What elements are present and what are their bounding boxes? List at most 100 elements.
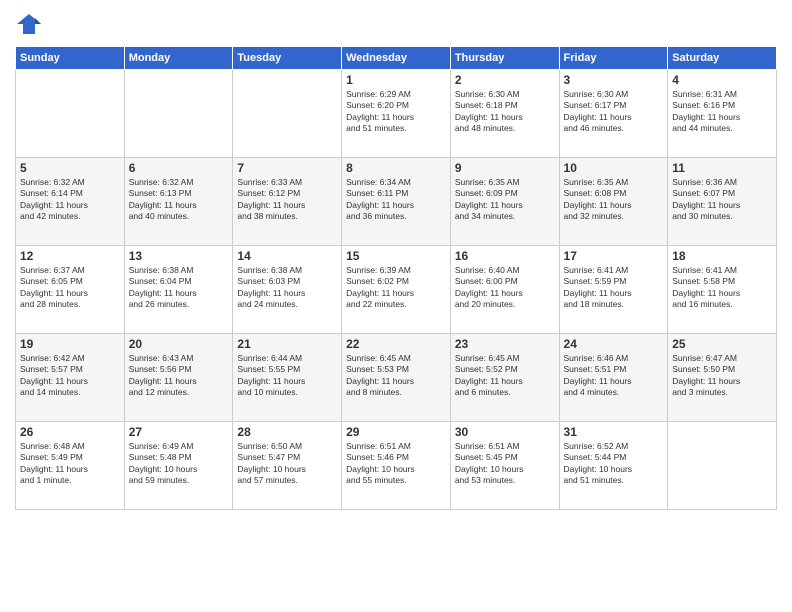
cell-info: Sunrise: 6:47 AMSunset: 5:50 PMDaylight:… <box>672 353 772 399</box>
calendar-cell: 11Sunrise: 6:36 AMSunset: 6:07 PMDayligh… <box>668 158 777 246</box>
calendar-page: SundayMondayTuesdayWednesdayThursdayFrid… <box>0 0 792 612</box>
cell-info: Sunrise: 6:30 AMSunset: 6:18 PMDaylight:… <box>455 89 555 135</box>
day-number: 19 <box>20 337 120 351</box>
day-number: 27 <box>129 425 229 439</box>
calendar-cell: 31 Sunrise: 6:52 AMSunset: 5:44 PMDayligh… <box>559 422 668 510</box>
cell-info: Sunrise: 6:37 AMSunset: 6:05 PMDaylight:… <box>20 265 120 311</box>
cell-info: Sunrise: 6:50 AMSunset: 5:47 PMDaylight:… <box>237 441 337 487</box>
cell-info: Sunrise: 6:29 AMSunset: 6:20 PMDaylight:… <box>346 89 446 135</box>
cell-info: Sunrise: 6:51 AMSunset: 5:46 PMDaylight:… <box>346 441 446 487</box>
cell-info: Sunrise: 6:46 AMSunset: 5:51 PMDaylight:… <box>564 353 664 399</box>
calendar-cell <box>668 422 777 510</box>
calendar-cell: 21 Sunrise: 6:44 AMSunset: 5:55 PMDayligh… <box>233 334 342 422</box>
calendar-cell <box>16 70 125 158</box>
calendar-cell: 13Sunrise: 6:38 AMSunset: 6:04 PMDayligh… <box>124 246 233 334</box>
calendar-cell: 28 Sunrise: 6:50 AMSunset: 5:47 PMDayligh… <box>233 422 342 510</box>
calendar-body: 1 Sunrise: 6:29 AMSunset: 6:20 PMDaylight… <box>16 70 777 510</box>
cell-info: Sunrise: 6:35 AMSunset: 6:09 PMDaylight:… <box>455 177 555 223</box>
calendar-header: SundayMondayTuesdayWednesdayThursdayFrid… <box>16 47 777 70</box>
cell-info: Sunrise: 6:51 AMSunset: 5:45 PMDaylight:… <box>455 441 555 487</box>
day-number: 8 <box>346 161 446 175</box>
calendar-cell: 22Sunrise: 6:45 AMSunset: 5:53 PMDayligh… <box>342 334 451 422</box>
weekday-header-tuesday: Tuesday <box>233 47 342 70</box>
calendar-week-4: 19 Sunrise: 6:42 AMSunset: 5:57 PMDayligh… <box>16 334 777 422</box>
day-number: 20 <box>129 337 229 351</box>
calendar-cell: 8Sunrise: 6:34 AMSunset: 6:11 PMDaylight… <box>342 158 451 246</box>
cell-info: Sunrise: 6:38 AMSunset: 6:03 PMDaylight:… <box>237 265 337 311</box>
day-number: 13 <box>129 249 229 263</box>
day-number: 14 <box>237 249 337 263</box>
calendar-cell: 23 Sunrise: 6:45 AMSunset: 5:52 PMDayligh… <box>450 334 559 422</box>
calendar-cell: 27Sunrise: 6:49 AMSunset: 5:48 PMDayligh… <box>124 422 233 510</box>
day-number: 11 <box>672 161 772 175</box>
calendar-table: SundayMondayTuesdayWednesdayThursdayFrid… <box>15 46 777 510</box>
weekday-header-row: SundayMondayTuesdayWednesdayThursdayFrid… <box>16 47 777 70</box>
day-number: 7 <box>237 161 337 175</box>
calendar-week-5: 26Sunrise: 6:48 AMSunset: 5:49 PMDayligh… <box>16 422 777 510</box>
day-number: 4 <box>672 73 772 87</box>
logo-icon <box>15 10 43 38</box>
calendar-cell: 4 Sunrise: 6:31 AMSunset: 6:16 PMDaylight… <box>668 70 777 158</box>
day-number: 15 <box>346 249 446 263</box>
day-number: 28 <box>237 425 337 439</box>
cell-info: Sunrise: 6:32 AMSunset: 6:13 PMDaylight:… <box>129 177 229 223</box>
day-number: 12 <box>20 249 120 263</box>
calendar-cell: 6 Sunrise: 6:32 AMSunset: 6:13 PMDaylight… <box>124 158 233 246</box>
calendar-cell: 1 Sunrise: 6:29 AMSunset: 6:20 PMDaylight… <box>342 70 451 158</box>
day-number: 10 <box>564 161 664 175</box>
cell-info: Sunrise: 6:44 AMSunset: 5:55 PMDaylight:… <box>237 353 337 399</box>
day-number: 25 <box>672 337 772 351</box>
weekday-header-monday: Monday <box>124 47 233 70</box>
day-number: 3 <box>564 73 664 87</box>
day-number: 18 <box>672 249 772 263</box>
calendar-cell: 26Sunrise: 6:48 AMSunset: 5:49 PMDayligh… <box>16 422 125 510</box>
calendar-cell <box>233 70 342 158</box>
day-number: 9 <box>455 161 555 175</box>
cell-info: Sunrise: 6:41 AMSunset: 5:58 PMDaylight:… <box>672 265 772 311</box>
header <box>15 10 777 38</box>
calendar-week-3: 12 Sunrise: 6:37 AMSunset: 6:05 PMDayligh… <box>16 246 777 334</box>
cell-info: Sunrise: 6:30 AMSunset: 6:17 PMDaylight:… <box>564 89 664 135</box>
calendar-week-2: 5Sunrise: 6:32 AMSunset: 6:14 PMDaylight… <box>16 158 777 246</box>
cell-info: Sunrise: 6:52 AMSunset: 5:44 PMDaylight:… <box>564 441 664 487</box>
calendar-cell: 9 Sunrise: 6:35 AMSunset: 6:09 PMDaylight… <box>450 158 559 246</box>
weekday-header-wednesday: Wednesday <box>342 47 451 70</box>
cell-info: Sunrise: 6:45 AMSunset: 5:53 PMDaylight:… <box>346 353 446 399</box>
day-number: 30 <box>455 425 555 439</box>
day-number: 31 <box>564 425 664 439</box>
cell-info: Sunrise: 6:33 AMSunset: 6:12 PMDaylight:… <box>237 177 337 223</box>
calendar-cell: 5Sunrise: 6:32 AMSunset: 6:14 PMDaylight… <box>16 158 125 246</box>
calendar-cell <box>124 70 233 158</box>
cell-info: Sunrise: 6:35 AMSunset: 6:08 PMDaylight:… <box>564 177 664 223</box>
weekday-header-thursday: Thursday <box>450 47 559 70</box>
calendar-cell: 29 Sunrise: 6:51 AMSunset: 5:46 PMDayligh… <box>342 422 451 510</box>
cell-info: Sunrise: 6:43 AMSunset: 5:56 PMDaylight:… <box>129 353 229 399</box>
logo <box>15 10 47 38</box>
calendar-cell: 20 Sunrise: 6:43 AMSunset: 5:56 PMDayligh… <box>124 334 233 422</box>
weekday-header-friday: Friday <box>559 47 668 70</box>
cell-info: Sunrise: 6:32 AMSunset: 6:14 PMDaylight:… <box>20 177 120 223</box>
cell-info: Sunrise: 6:41 AMSunset: 5:59 PMDaylight:… <box>564 265 664 311</box>
cell-info: Sunrise: 6:45 AMSunset: 5:52 PMDaylight:… <box>455 353 555 399</box>
calendar-cell: 24Sunrise: 6:46 AMSunset: 5:51 PMDayligh… <box>559 334 668 422</box>
day-number: 29 <box>346 425 446 439</box>
day-number: 23 <box>455 337 555 351</box>
day-number: 21 <box>237 337 337 351</box>
calendar-cell: 10 Sunrise: 6:35 AMSunset: 6:08 PMDayligh… <box>559 158 668 246</box>
day-number: 26 <box>20 425 120 439</box>
day-number: 16 <box>455 249 555 263</box>
cell-info: Sunrise: 6:31 AMSunset: 6:16 PMDaylight:… <box>672 89 772 135</box>
day-number: 6 <box>129 161 229 175</box>
day-number: 17 <box>564 249 664 263</box>
cell-info: Sunrise: 6:42 AMSunset: 5:57 PMDaylight:… <box>20 353 120 399</box>
calendar-cell: 15Sunrise: 6:39 AMSunset: 6:02 PMDayligh… <box>342 246 451 334</box>
calendar-week-1: 1 Sunrise: 6:29 AMSunset: 6:20 PMDaylight… <box>16 70 777 158</box>
calendar-cell: 3 Sunrise: 6:30 AMSunset: 6:17 PMDaylight… <box>559 70 668 158</box>
calendar-cell: 7 Sunrise: 6:33 AMSunset: 6:12 PMDaylight… <box>233 158 342 246</box>
weekday-header-sunday: Sunday <box>16 47 125 70</box>
calendar-cell: 25 Sunrise: 6:47 AMSunset: 5:50 PMDayligh… <box>668 334 777 422</box>
calendar-cell: 16Sunrise: 6:40 AMSunset: 6:00 PMDayligh… <box>450 246 559 334</box>
day-number: 1 <box>346 73 446 87</box>
day-number: 2 <box>455 73 555 87</box>
calendar-cell: 12 Sunrise: 6:37 AMSunset: 6:05 PMDayligh… <box>16 246 125 334</box>
